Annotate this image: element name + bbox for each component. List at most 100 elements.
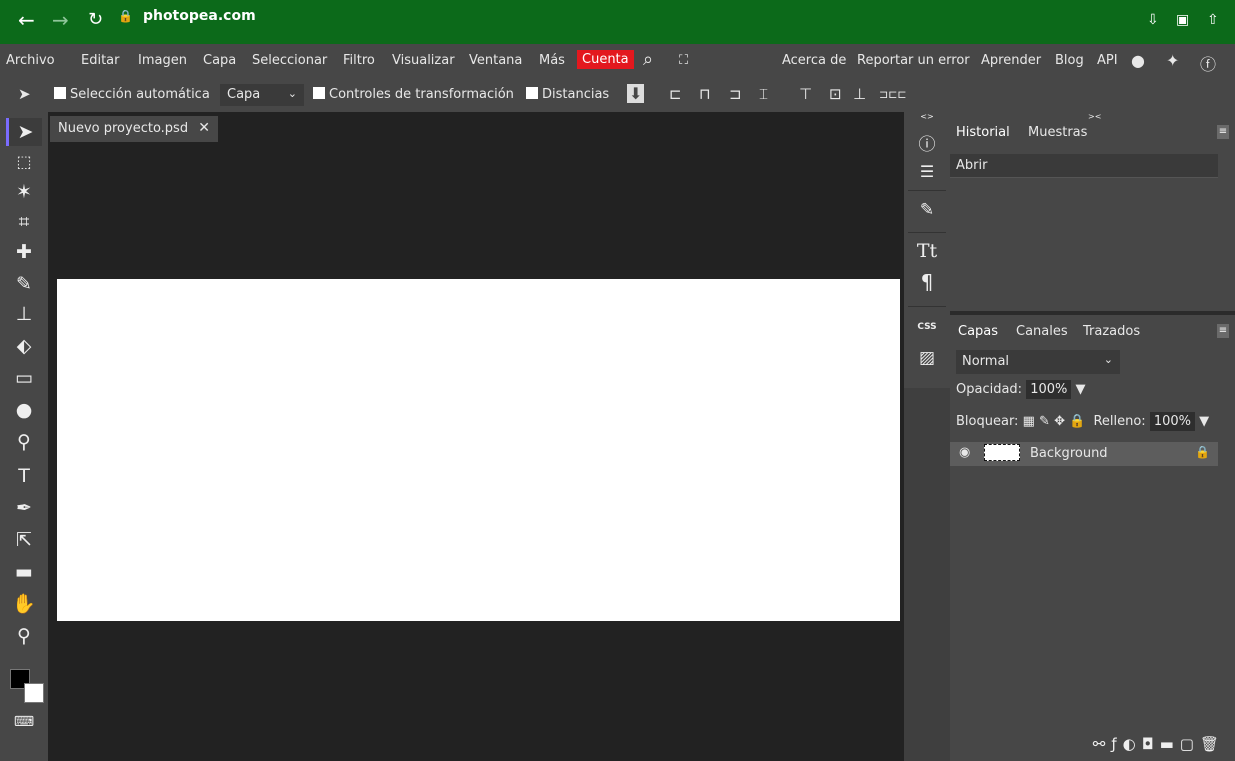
paragraph-icon[interactable]: ¶	[910, 270, 944, 294]
menu-capa[interactable]: Capa	[203, 53, 236, 68]
panel-menu-icon[interactable]: ≡	[1217, 324, 1229, 338]
transform-controls-checkbox[interactable]: Controles de transformación	[313, 87, 514, 102]
download-icon[interactable]: ⬇	[627, 84, 645, 103]
tab-capas[interactable]: Capas	[958, 324, 998, 339]
checkbox-box	[313, 87, 325, 99]
character-icon[interactable]: Tt	[910, 240, 944, 262]
background-color-swatch[interactable]	[24, 683, 44, 703]
menu-ventana[interactable]: Ventana	[469, 53, 522, 68]
menu-seleccionar[interactable]: Seleccionar	[252, 53, 327, 68]
menu-imagen[interactable]: Imagen	[138, 53, 187, 68]
crop-tool-icon[interactable]: ⌗	[10, 208, 38, 236]
layer-row[interactable]: ◉ Background 🔒	[950, 442, 1218, 466]
shape-tool-icon[interactable]: ▬	[10, 558, 38, 586]
panel-icon-column: <> ⓘ ☰ ✎ Tt ¶ CSS ▨	[904, 112, 950, 761]
expand-collapse-icon[interactable]: <>	[910, 112, 944, 121]
lock-transparency-icon[interactable]: ▦	[1023, 414, 1035, 429]
tab-historial[interactable]: Historial	[956, 125, 1010, 140]
panel-menu-icon[interactable]: ≡	[1217, 125, 1229, 139]
brush-settings-icon[interactable]: ✎	[910, 200, 944, 220]
document-tab[interactable]: Nuevo proyecto.psd ✕	[50, 116, 218, 142]
align-top-icon[interactable]: ⊤	[799, 85, 812, 103]
hand-tool-icon[interactable]: ✋	[10, 590, 38, 618]
account-button[interactable]: Cuenta	[577, 50, 634, 69]
zoom-tool-icon[interactable]: ⚲	[10, 622, 38, 650]
reddit-icon[interactable]: ●	[1131, 51, 1145, 70]
keyboard-icon[interactable]: ⌨	[10, 708, 38, 736]
share-icon[interactable]: ⇧	[1207, 12, 1219, 28]
blur-tool-icon[interactable]: ●	[10, 396, 38, 424]
adjustment-layer-icon[interactable]: ◐	[1123, 735, 1142, 753]
lock-position-icon[interactable]: ✥	[1054, 414, 1065, 429]
close-icon[interactable]: ✕	[198, 120, 210, 136]
tab-muestras[interactable]: Muestras	[1028, 125, 1087, 140]
divider	[908, 232, 946, 233]
link-layers-icon[interactable]: ⚯	[1093, 735, 1112, 753]
tab-trazados[interactable]: Trazados	[1083, 324, 1140, 339]
link-reportar[interactable]: Reportar un error	[857, 53, 970, 68]
align-middle-icon[interactable]: ⊡	[829, 85, 842, 103]
folder-icon[interactable]: ▬	[1160, 735, 1180, 753]
align-left-icon[interactable]: ⊏	[669, 85, 682, 103]
forward-icon[interactable]: →	[52, 8, 69, 32]
link-aprender[interactable]: Aprender	[981, 53, 1041, 68]
effects-icon[interactable]: ƒ	[1111, 735, 1122, 753]
link-api[interactable]: API	[1097, 53, 1118, 68]
new-layer-icon[interactable]: ▢	[1180, 735, 1200, 753]
tab-canales[interactable]: Canales	[1016, 324, 1068, 339]
dodge-tool-icon[interactable]: ⚲	[10, 428, 38, 456]
healing-tool-icon[interactable]: ✚	[10, 238, 38, 266]
gradient-tool-icon[interactable]: ▭	[10, 364, 38, 392]
menu-mas[interactable]: Más	[539, 53, 565, 68]
adjustments-icon[interactable]: ☰	[910, 162, 944, 181]
more-align-icon[interactable]: ⊐⊏⊏	[879, 88, 907, 101]
menu-filtro[interactable]: Filtro	[343, 53, 375, 68]
blend-mode-select[interactable]: Normal ⌄	[956, 350, 1120, 374]
menu-archivo[interactable]: Archivo	[6, 53, 55, 68]
divider	[908, 190, 946, 191]
translate-icon[interactable]: ▣	[1176, 12, 1189, 28]
css-icon[interactable]: CSS	[910, 322, 944, 332]
history-entry[interactable]: Abrir	[950, 154, 1218, 178]
twitter-icon[interactable]: ✦	[1166, 51, 1179, 70]
image-icon[interactable]: ▨	[910, 348, 944, 368]
align-right-icon[interactable]: ⊐	[729, 85, 742, 103]
mask-icon[interactable]: ◘	[1142, 735, 1160, 753]
distances-checkbox[interactable]: Distancias	[526, 87, 609, 102]
stamp-tool-icon[interactable]: ⊥	[10, 300, 38, 328]
address-bar[interactable]: 🔒 photopea.com	[118, 8, 256, 24]
move-tool-icon[interactable]: ➤	[6, 118, 42, 146]
document-canvas[interactable]	[57, 279, 900, 621]
marquee-tool-icon[interactable]: ⬚	[10, 148, 38, 176]
path-select-icon[interactable]: ⇱	[10, 526, 38, 554]
auto-select-checkbox[interactable]: Selección automática	[54, 87, 210, 102]
link-acerca-de[interactable]: Acerca de	[782, 53, 846, 68]
menu-editar[interactable]: Editar	[81, 53, 120, 68]
fill-input[interactable]: 100%	[1149, 412, 1195, 431]
lock-all-icon[interactable]: 🔒	[1069, 414, 1085, 429]
install-icon[interactable]: ⇩	[1147, 12, 1159, 28]
align-bottom-icon[interactable]: ⊥	[853, 85, 866, 103]
magic-wand-icon[interactable]: ✶	[10, 178, 38, 206]
info-icon[interactable]: ⓘ	[910, 130, 944, 155]
type-tool-icon[interactable]: T	[10, 462, 38, 490]
opacity-input[interactable]: 100%	[1026, 380, 1072, 399]
menu-visualizar[interactable]: Visualizar	[392, 53, 455, 68]
fullscreen-icon[interactable]: ⛶	[679, 53, 688, 68]
lock-pixels-icon[interactable]: ✎	[1039, 414, 1050, 429]
opacity-dropdown-icon[interactable]: ▼	[1076, 382, 1086, 397]
fill-dropdown-icon[interactable]: ▼	[1199, 414, 1209, 429]
reload-icon[interactable]: ↻	[88, 9, 103, 30]
back-icon[interactable]: ←	[18, 8, 35, 32]
distribute-icon[interactable]: ⌶	[759, 85, 768, 103]
eraser-tool-icon[interactable]: ⬖	[10, 332, 38, 360]
facebook-icon[interactable]: ⓕ	[1200, 51, 1216, 75]
brush-tool-icon[interactable]: ✎	[10, 270, 38, 298]
align-center-icon[interactable]: ⊓	[699, 85, 711, 103]
target-select[interactable]: Capa ⌄	[220, 84, 304, 106]
pen-tool-icon[interactable]: ✒	[10, 494, 38, 522]
delete-icon[interactable]: 🗑	[1200, 735, 1225, 753]
eye-icon[interactable]: ◉	[959, 445, 970, 460]
link-blog[interactable]: Blog	[1055, 53, 1084, 68]
search-icon[interactable]: ⌕	[643, 49, 653, 70]
